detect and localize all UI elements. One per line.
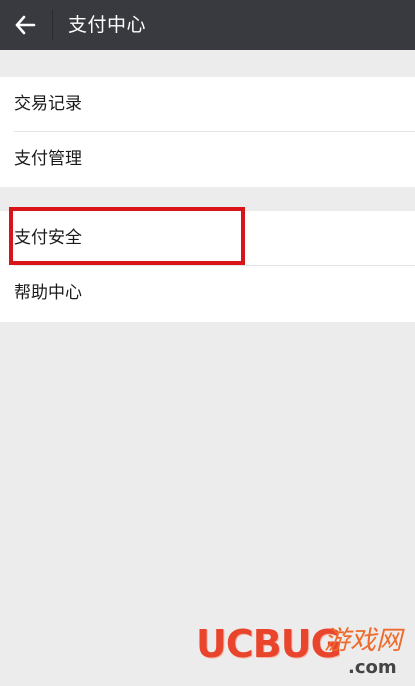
watermark-side-text: 游戏网 <box>324 626 403 656</box>
menu-group-records: 交易记录 支付管理 <box>0 77 415 187</box>
watermark-logo: UCBUG 游戏网 .com <box>196 622 408 682</box>
back-button[interactable] <box>12 12 40 38</box>
menu-item-label: 支付管理 <box>14 149 82 169</box>
header-divider <box>52 10 53 40</box>
menu-item-label: 交易记录 <box>14 94 82 114</box>
menu-item-help-center[interactable]: 帮助中心 <box>0 266 415 321</box>
watermark-brand: UCBUG <box>196 622 342 666</box>
menu-item-transaction-records[interactable]: 交易记录 <box>0 77 415 132</box>
menu-item-payment-management[interactable]: 支付管理 <box>0 132 415 187</box>
menu-item-label: 帮助中心 <box>14 283 82 303</box>
page-title: 支付中心 <box>68 14 147 36</box>
top-app-bar: 支付中心 <box>0 0 415 50</box>
watermark-domain: .com <box>348 657 397 678</box>
arrow-left-icon <box>15 15 36 35</box>
highlight-box <box>9 207 245 265</box>
